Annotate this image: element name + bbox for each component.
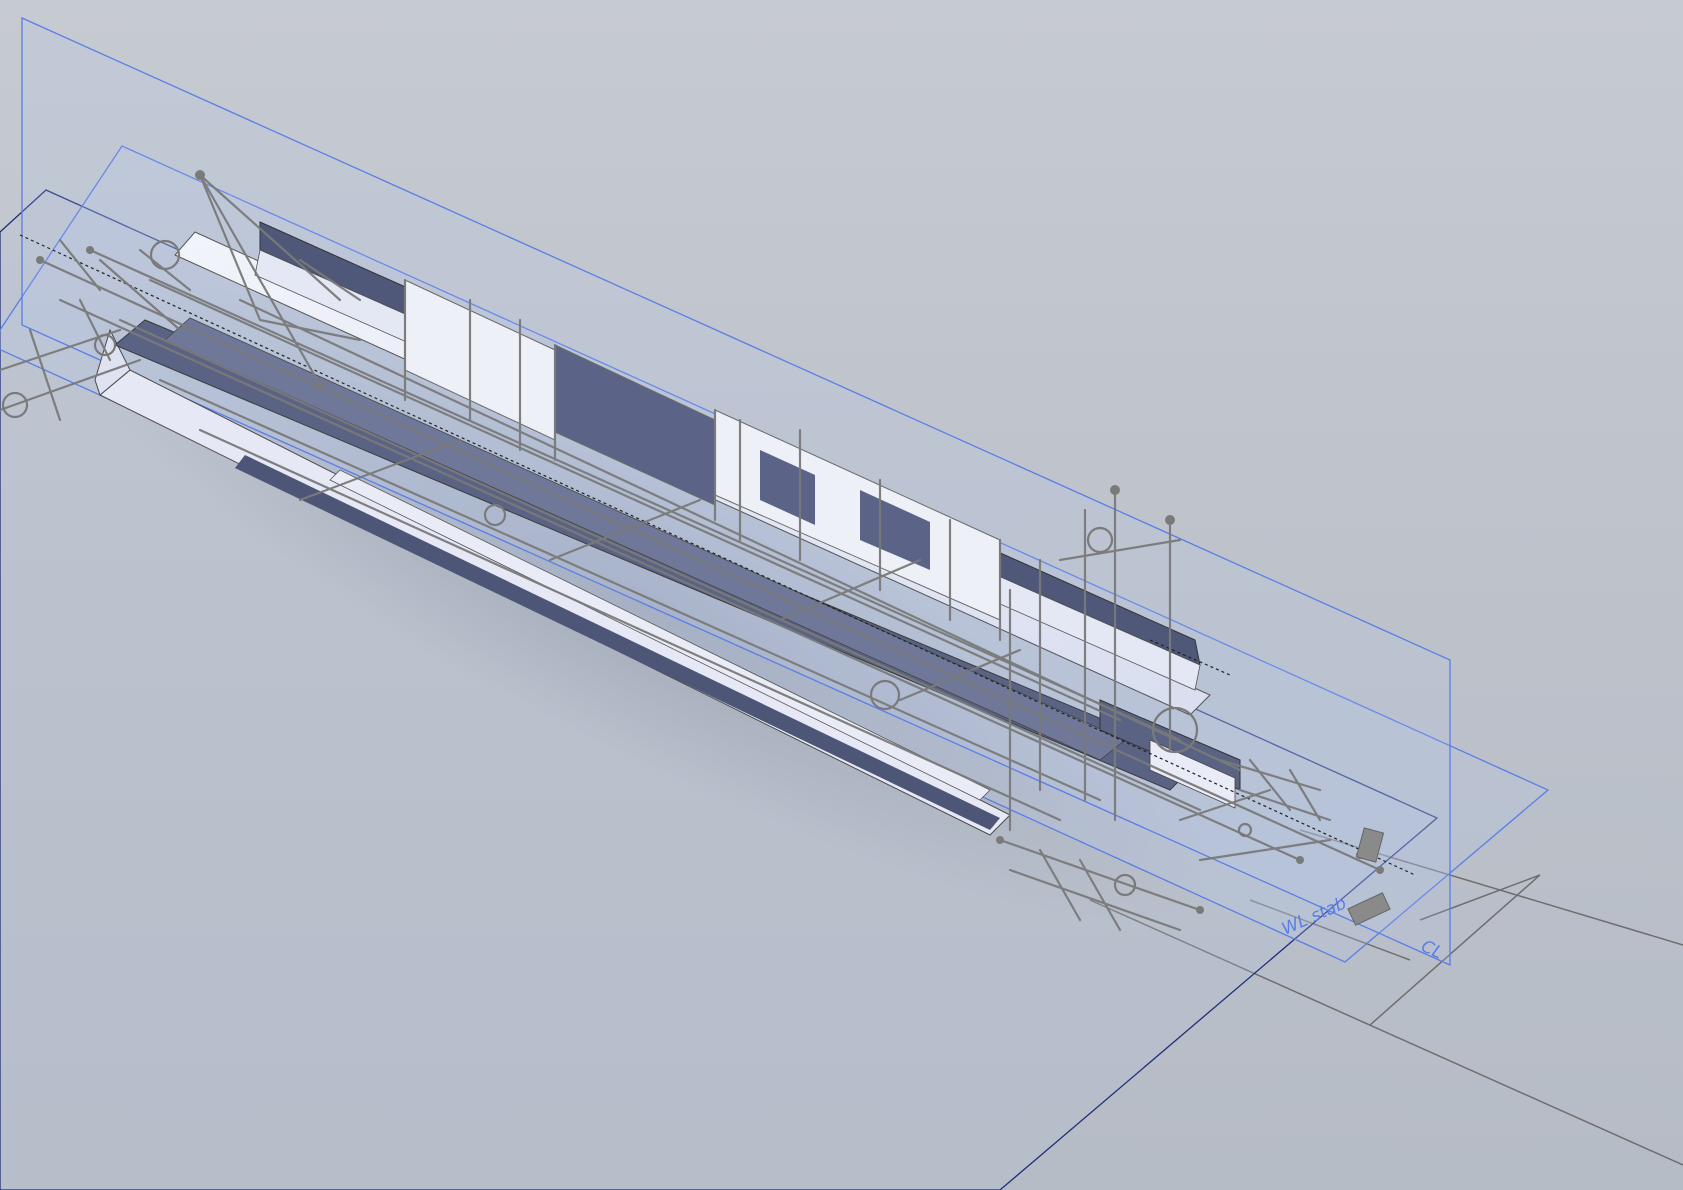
- model-scene[interactable]: WL stab CL: [0, 0, 1683, 1190]
- 3d-model-viewport[interactable]: WL stab CL: [0, 0, 1683, 1190]
